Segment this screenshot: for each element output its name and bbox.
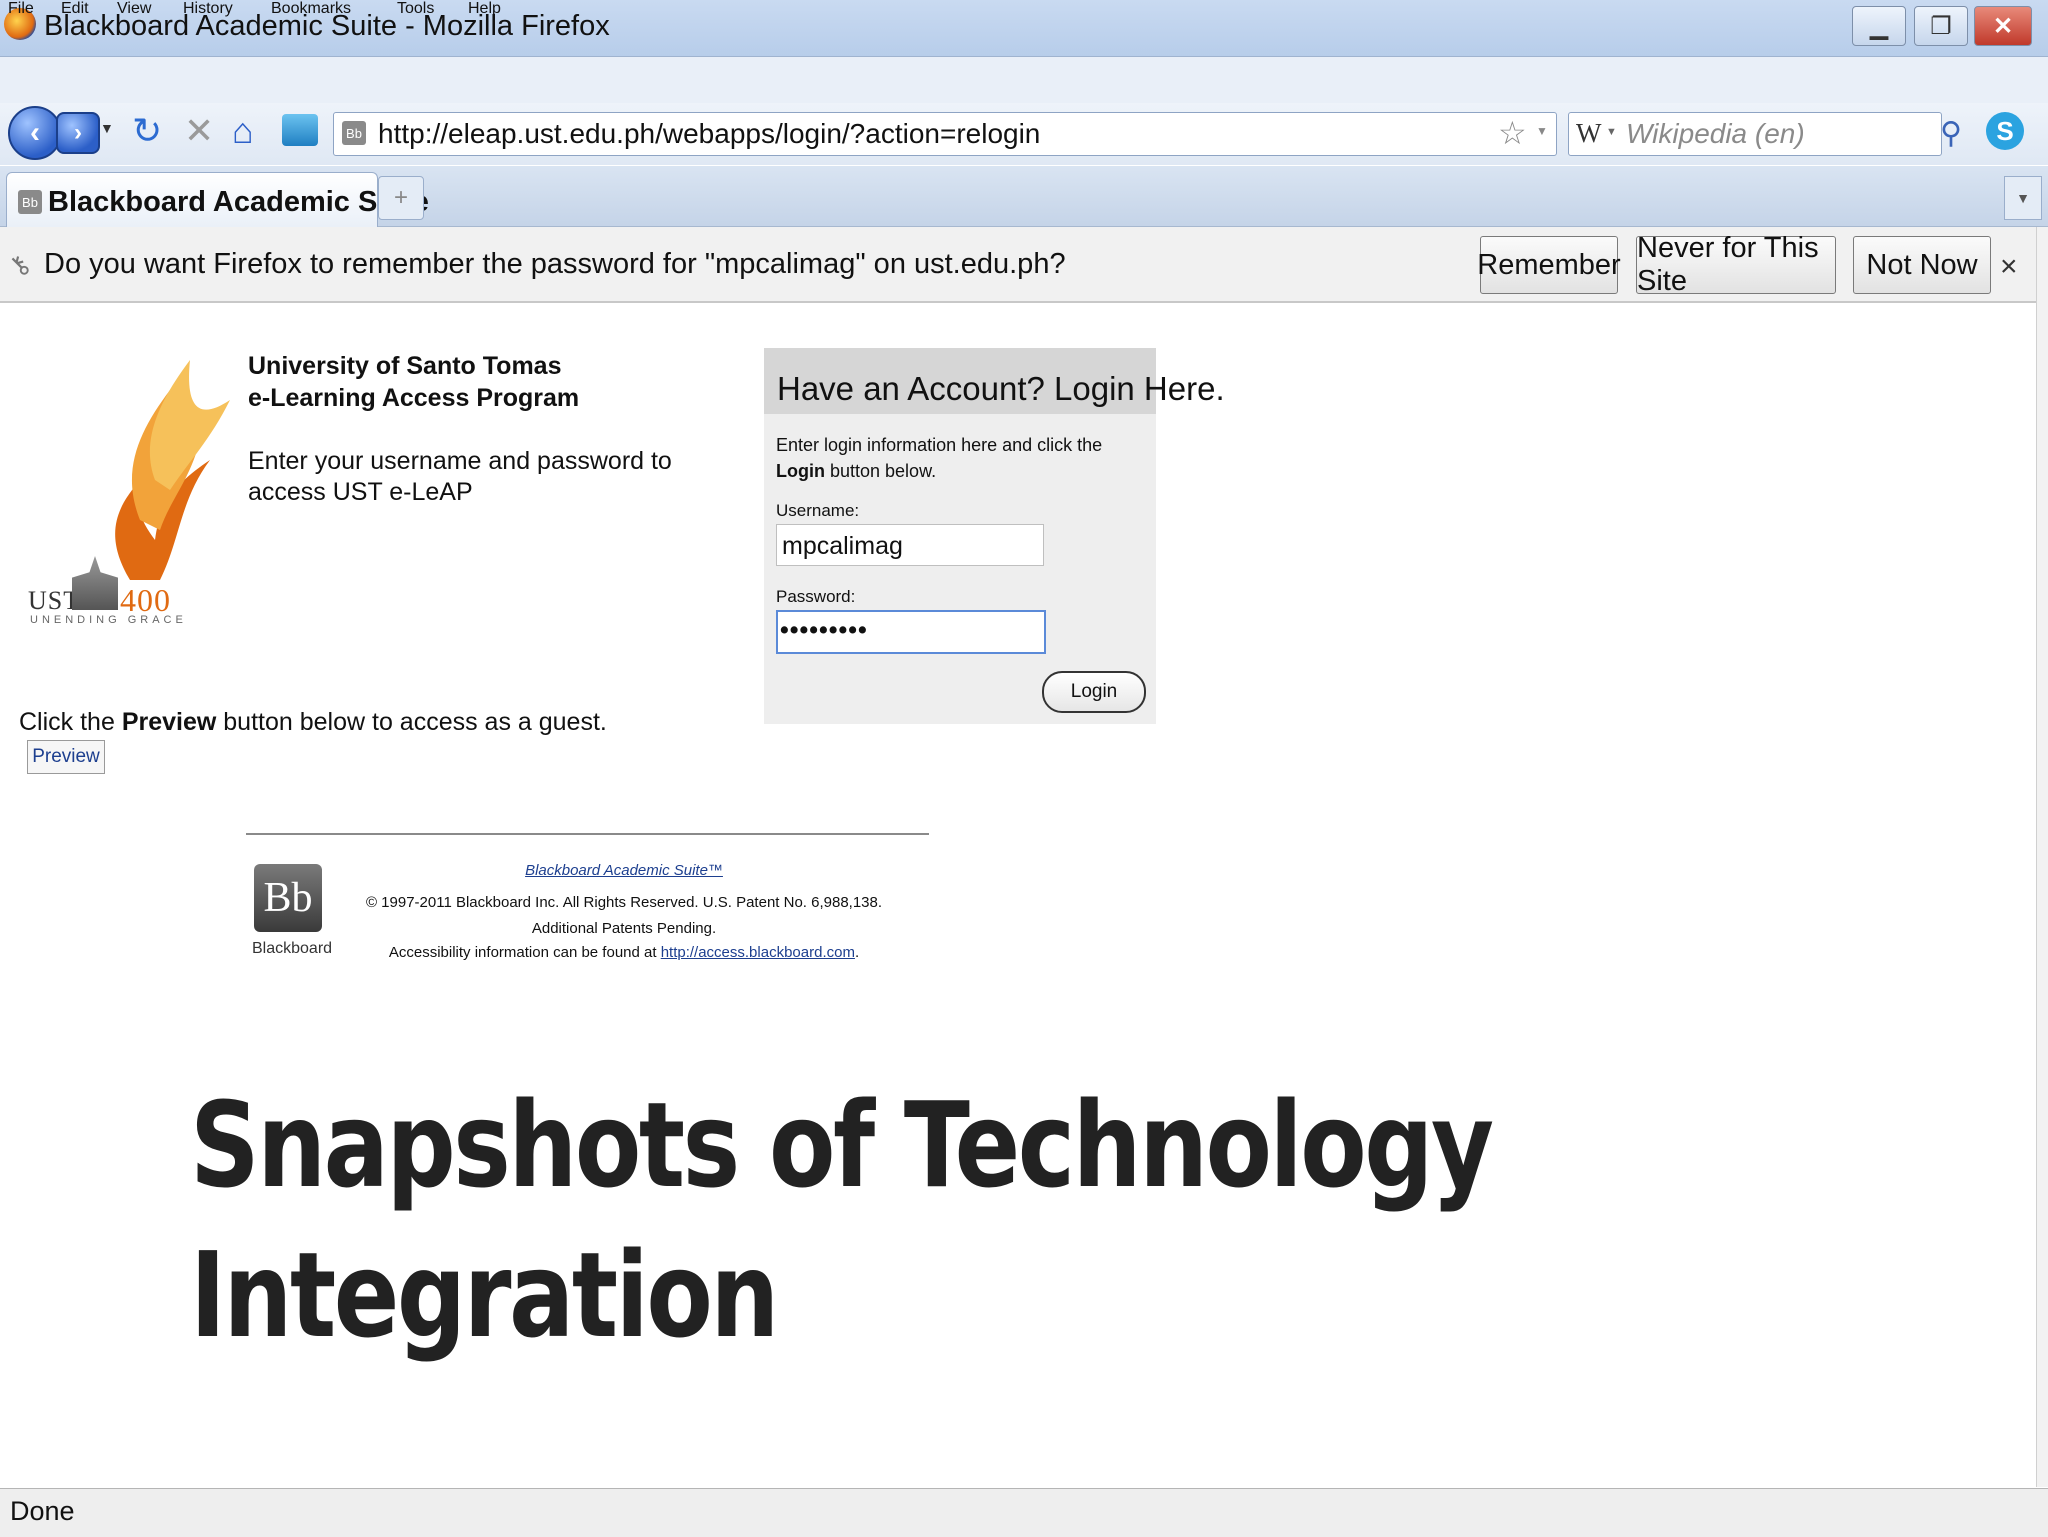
forward-button[interactable]: ›	[56, 112, 100, 154]
university-name: University of Santo Tomas	[248, 352, 562, 380]
password-label: Password:	[776, 587, 856, 606]
footer-copyright: © 1997-2011 Blackboard Inc. All Rights R…	[365, 894, 883, 937]
search-icon[interactable]: ⚲	[1940, 116, 1962, 151]
reload-icon[interactable]: ↻	[132, 110, 162, 152]
back-button[interactable]: ‹	[8, 106, 62, 160]
tab-label: Blackboard Academic Suite	[48, 186, 429, 218]
history-dropdown-icon[interactable]: ▼	[100, 120, 114, 136]
menu-bookmarks[interactable]: Bookmarks	[271, 0, 351, 18]
university-heading: University of Santo Tomas e-Learning Acc…	[248, 350, 579, 414]
login-button[interactable]: Login	[1042, 671, 1146, 713]
menu-edit[interactable]: Edit	[61, 0, 89, 18]
login-instructions: Enter login information here and click t…	[776, 432, 1146, 484]
list-all-tabs-icon[interactable]: ▼	[2004, 176, 2042, 220]
menu-bar	[0, 57, 2048, 103]
accessibility-link[interactable]: http://access.blackboard.com	[661, 944, 855, 961]
username-value[interactable]: mpcalimag	[782, 532, 903, 561]
vertical-scrollbar[interactable]	[2036, 227, 2048, 1487]
restore-button[interactable]: ❐	[1914, 6, 1968, 46]
login-title: Have an Account? Login Here.	[777, 370, 1225, 407]
search-input[interactable]: Wikipedia (en)	[1626, 118, 1805, 150]
stop-icon[interactable]: ✕	[184, 110, 214, 152]
instructions-post: button below.	[824, 461, 937, 481]
footer-accessibility: Accessibility information can be found a…	[334, 944, 914, 961]
close-window-button[interactable]: ✕	[1974, 6, 2032, 46]
guest-instructions: Click the Preview button below to access…	[19, 708, 607, 737]
minimize-button[interactable]: ▁	[1852, 6, 1906, 46]
notification-message: Do you want Firefox to remember the pass…	[44, 248, 1066, 280]
headline-line-2: Integration	[190, 1226, 779, 1364]
skype-icon[interactable]: S	[1986, 112, 2024, 150]
slide-headline: Snapshots of Technology Integration	[190, 1070, 1666, 1370]
preview-button[interactable]: Preview	[27, 740, 105, 774]
password-value[interactable]: •••••••••	[780, 616, 868, 645]
wikipedia-engine-icon[interactable]: W	[1576, 118, 1601, 149]
tab-favicon-icon: Bb	[18, 190, 42, 214]
menu-help[interactable]: Help	[468, 0, 501, 18]
logo-tagline: UNENDING GRACE	[30, 614, 187, 626]
menu-file[interactable]: File	[8, 0, 34, 18]
footer-divider	[246, 833, 929, 835]
status-bar	[0, 1488, 2048, 1537]
access-post: .	[854, 944, 860, 961]
engine-dropdown-icon[interactable]: ▼	[1606, 126, 1617, 138]
intro-text: Enter your username and password to acce…	[248, 447, 672, 506]
remember-button[interactable]: Remember	[1477, 236, 1621, 294]
bookmark-panel-icon[interactable]	[282, 114, 318, 146]
instructions-pre: Enter login information here and click t…	[776, 435, 1103, 455]
blackboard-wordmark: Blackboard	[252, 940, 333, 957]
not-now-button[interactable]: Not Now	[1853, 236, 1991, 294]
close-notification-button[interactable]: ×	[2000, 250, 2018, 284]
url-text[interactable]: http://eleap.ust.edu.ph/webapps/login/?a…	[378, 118, 1040, 150]
home-icon[interactable]: ⌂	[232, 110, 254, 152]
footer-product: Blackboard Academic Suite™	[334, 862, 914, 879]
url-dropdown-icon[interactable]: ▼	[1536, 124, 1548, 138]
ust-flame-logo	[115, 360, 230, 580]
bookmark-star-icon[interactable]: ☆	[1498, 114, 1527, 152]
access-pre: Accessibility information can be found a…	[388, 944, 661, 961]
program-name: e-Learning Access Program	[248, 384, 580, 412]
menu-tools[interactable]: Tools	[397, 0, 434, 18]
instructions-bold: Login	[776, 461, 825, 481]
never-for-this-site-button[interactable]: Never for This Site	[1636, 232, 1836, 297]
new-tab-button[interactable]: +	[378, 176, 424, 220]
menu-view[interactable]: View	[117, 0, 151, 18]
guest-post: button below to access as a guest.	[216, 708, 607, 736]
product-link[interactable]: Blackboard Academic Suite™	[525, 862, 723, 879]
blackboard-logo-icon: Bb	[254, 864, 322, 932]
guest-pre: Click the	[19, 708, 122, 736]
username-label: Username:	[776, 501, 860, 520]
menu-history[interactable]: History	[183, 0, 233, 18]
guest-bold: Preview	[121, 708, 217, 736]
headline-line-1: Snapshots of Technology	[190, 1076, 1494, 1214]
status-text: Done	[10, 1496, 75, 1526]
site-favicon-icon: Bb	[342, 121, 366, 145]
